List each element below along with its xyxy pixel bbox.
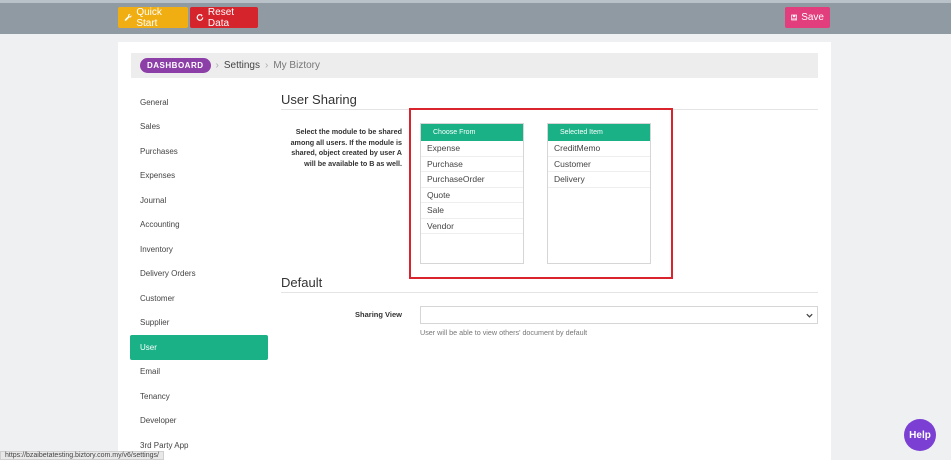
- sidebar-item-developer[interactable]: Developer: [130, 409, 268, 434]
- chevron-right-icon: ›: [264, 60, 269, 71]
- sidebar-item-supplier[interactable]: Supplier: [130, 311, 268, 336]
- section-divider: [281, 292, 818, 293]
- breadcrumb-dashboard[interactable]: DASHBOARD: [140, 58, 211, 73]
- sidebar-item-accounting[interactable]: Accounting: [130, 213, 268, 238]
- sharing-view-help-text: User will be able to view others' docume…: [420, 328, 588, 337]
- wrench-icon: [124, 13, 132, 21]
- save-button[interactable]: Save: [785, 7, 830, 28]
- list-item[interactable]: PurchaseOrder: [421, 172, 523, 188]
- settings-sidebar: General Sales Purchases Expenses Journal…: [130, 90, 268, 458]
- reset-data-button[interactable]: Reset Data: [190, 6, 258, 29]
- sidebar-item-customer[interactable]: Customer: [130, 286, 268, 311]
- choose-from-list[interactable]: Choose From Expense Purchase PurchaseOrd…: [420, 123, 524, 264]
- sidebar-item-purchases[interactable]: Purchases: [130, 139, 268, 164]
- refresh-icon: [196, 14, 204, 21]
- save-label: Save: [801, 12, 824, 23]
- sidebar-item-inventory[interactable]: Inventory: [130, 237, 268, 262]
- list-item[interactable]: Delivery: [548, 172, 650, 188]
- quick-start-button[interactable]: Quick Start: [118, 6, 188, 29]
- floppy-disk-icon: [791, 14, 797, 21]
- list-item[interactable]: Purchase: [421, 157, 523, 172]
- reset-data-label: Reset Data: [207, 6, 235, 29]
- sharing-view-select[interactable]: [420, 306, 818, 324]
- selected-item-header: Selected Item: [548, 124, 650, 141]
- list-item[interactable]: Customer: [548, 157, 650, 172]
- user-sharing-title: User Sharing: [281, 92, 357, 107]
- list-item[interactable]: Sale: [421, 203, 523, 219]
- sharing-view-label: Sharing View: [355, 310, 402, 319]
- list-item[interactable]: Quote: [421, 188, 523, 203]
- sidebar-item-sales[interactable]: Sales: [130, 115, 268, 140]
- default-title: Default: [281, 275, 323, 290]
- breadcrumb: DASHBOARD › Settings › My Biztory: [131, 53, 818, 78]
- chevron-down-icon: [806, 313, 813, 318]
- sidebar-item-delivery-orders[interactable]: Delivery Orders: [130, 262, 268, 287]
- sidebar-item-expenses[interactable]: Expenses: [130, 164, 268, 189]
- sidebar-item-user[interactable]: User: [130, 335, 268, 360]
- list-item[interactable]: CreditMemo: [548, 141, 650, 157]
- chevron-right-icon: ›: [215, 60, 219, 71]
- sidebar-item-journal[interactable]: Journal: [130, 188, 268, 213]
- list-item[interactable]: Expense: [421, 141, 523, 157]
- status-url: https://bzaibetatesting.biztory.com.my/v…: [0, 451, 164, 460]
- list-item[interactable]: Vendor: [421, 219, 523, 234]
- breadcrumb-current: My Biztory: [273, 60, 320, 71]
- sidebar-item-tenancy[interactable]: Tenancy: [130, 384, 268, 409]
- quick-start-label: Quick Start: [136, 6, 162, 29]
- user-sharing-description: Select the module to be shared among all…: [290, 127, 402, 168]
- help-button[interactable]: Help: [904, 419, 936, 451]
- selected-item-list[interactable]: Selected Item CreditMemo Customer Delive…: [547, 123, 651, 264]
- sidebar-item-email[interactable]: Email: [130, 360, 268, 385]
- choose-from-header: Choose From: [421, 124, 523, 141]
- breadcrumb-settings[interactable]: Settings: [224, 60, 260, 71]
- sidebar-item-general[interactable]: General: [130, 90, 268, 115]
